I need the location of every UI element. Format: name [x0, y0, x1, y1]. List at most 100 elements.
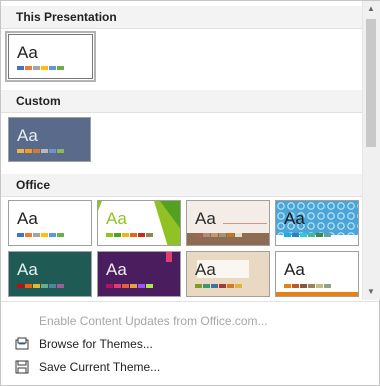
color-swatch — [211, 233, 218, 237]
theme-sample-text: Aa — [17, 126, 38, 145]
menu-item-label: Save Current Theme... — [39, 360, 161, 374]
theme-sample-text: Aa — [17, 260, 38, 279]
theme-sample-text: Aa — [195, 209, 216, 228]
themes-menu: Enable Content Updates from Office.com..… — [1, 301, 379, 386]
theme-sample-text: Aa — [17, 209, 38, 228]
theme-sample-text: Aa — [106, 209, 127, 228]
color-swatch — [25, 233, 32, 237]
color-swatch — [106, 233, 113, 237]
color-swatches — [17, 284, 65, 288]
theme-ion-boardroom[interactable]: Aa — [97, 251, 181, 297]
theme-current[interactable]: Aa — [5, 31, 96, 82]
folder-icon — [15, 337, 29, 350]
color-swatch — [25, 66, 32, 70]
color-swatch — [114, 284, 121, 288]
accent-stripe — [276, 292, 358, 296]
color-swatch — [203, 284, 210, 288]
save-icon — [15, 360, 29, 374]
color-swatch — [203, 233, 210, 237]
theme-custom[interactable]: Aa — [8, 117, 91, 162]
color-swatch — [49, 284, 56, 288]
theme-sample-text: Aa — [106, 260, 127, 279]
color-swatch — [292, 284, 299, 288]
scroll-up-icon[interactable]: ▲ — [364, 2, 378, 16]
section-title: Office — [16, 178, 51, 192]
theme-office[interactable]: Aa — [8, 200, 92, 246]
color-swatches — [284, 284, 332, 288]
theme-wood-type[interactable]: Aa — [186, 200, 270, 246]
color-swatch — [122, 233, 129, 237]
color-swatch — [41, 66, 48, 70]
color-swatch — [17, 233, 24, 237]
color-swatch — [17, 66, 24, 70]
color-swatch — [146, 233, 153, 237]
color-swatch — [300, 284, 307, 288]
theme-facet[interactable]: Aa — [97, 200, 181, 246]
color-swatch — [25, 284, 32, 288]
section-header-office: Office — [1, 174, 362, 197]
theme-circuit[interactable]: Aa — [275, 200, 359, 246]
color-swatch — [227, 233, 234, 237]
color-swatches — [195, 284, 243, 288]
color-swatch — [41, 149, 48, 153]
color-swatch — [33, 149, 40, 153]
enable-content-updates-item: Enable Content Updates from Office.com..… — [1, 310, 379, 332]
color-swatch — [284, 284, 291, 288]
section-header-this-presentation: This Presentation — [1, 6, 362, 29]
color-swatch — [138, 284, 145, 288]
color-swatch — [17, 149, 24, 153]
scrollbar-thumb[interactable] — [366, 19, 376, 147]
color-swatch — [106, 284, 113, 288]
section-title: Custom — [16, 94, 61, 108]
color-swatch — [33, 233, 40, 237]
color-swatch — [17, 284, 24, 288]
color-swatch — [41, 284, 48, 288]
color-swatch — [57, 233, 64, 237]
theme-sample-text: Aa — [284, 260, 305, 279]
color-swatch — [235, 284, 242, 288]
color-swatches — [17, 149, 65, 153]
menu-item-label: Enable Content Updates from Office.com..… — [39, 314, 268, 328]
color-swatches — [106, 233, 154, 237]
color-swatch — [114, 233, 121, 237]
theme-organic[interactable]: Aa — [186, 251, 270, 297]
color-swatch — [195, 233, 202, 237]
color-swatch — [57, 149, 64, 153]
theme-sample-text: Aa — [195, 260, 216, 279]
menu-item-label: Browse for Themes... — [39, 337, 153, 351]
theme-ion[interactable]: Aa — [8, 251, 92, 297]
color-swatch — [219, 284, 226, 288]
color-swatch — [49, 149, 56, 153]
color-swatches — [195, 233, 243, 237]
color-swatch — [195, 284, 202, 288]
themes-gallery-panel: This Presentation Aa Custom Aa Office Aa — [0, 0, 380, 386]
color-swatch — [284, 233, 291, 237]
theme-sample-text: Aa — [284, 209, 305, 228]
color-swatch — [219, 233, 226, 237]
browse-for-themes-item[interactable]: Browse for Themes... — [1, 333, 379, 355]
save-current-theme-item[interactable]: Save Current Theme... — [1, 356, 379, 378]
section-title: This Presentation — [16, 10, 117, 24]
color-swatch — [122, 284, 129, 288]
color-swatch — [49, 233, 56, 237]
color-swatch — [57, 66, 64, 70]
color-swatch — [292, 233, 299, 237]
color-swatch — [324, 284, 331, 288]
color-swatches — [17, 66, 65, 70]
color-swatch — [316, 284, 323, 288]
color-swatch — [49, 66, 56, 70]
color-swatch — [308, 284, 315, 288]
title-rule — [223, 223, 267, 224]
vertical-scrollbar[interactable]: ▲ ▼ — [362, 1, 380, 300]
color-swatches — [284, 233, 332, 237]
color-swatch — [324, 233, 331, 237]
color-swatch — [41, 233, 48, 237]
scroll-down-icon[interactable]: ▼ — [364, 285, 378, 299]
color-swatch — [25, 149, 32, 153]
theme-retrospect[interactable]: Aa — [275, 251, 359, 297]
color-swatch — [146, 284, 153, 288]
color-swatch — [33, 66, 40, 70]
color-swatch — [211, 284, 218, 288]
color-swatches — [106, 284, 154, 288]
color-swatch — [235, 233, 242, 237]
